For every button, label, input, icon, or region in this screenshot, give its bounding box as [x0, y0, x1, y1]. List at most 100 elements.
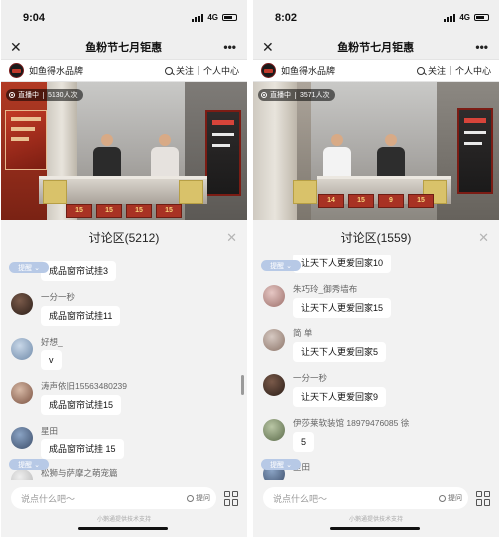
network-type: 4G	[459, 13, 470, 22]
search-icon[interactable]	[164, 66, 173, 75]
page-title: 鱼粉节七月钜惠	[85, 42, 163, 54]
avatar[interactable]	[263, 285, 285, 307]
video-gift-boxes: 15 15 15 15	[1, 204, 247, 220]
live-badge: 直播中 3571人次	[258, 89, 335, 101]
live-icon	[9, 92, 15, 98]
comment-input-bar: 说点什么吧～ 提问	[253, 483, 499, 513]
ask-toggle[interactable]: 提问	[439, 493, 462, 503]
avatar[interactable]	[263, 374, 285, 396]
home-indicator[interactable]	[330, 527, 420, 530]
brand-name[interactable]: 如鱼得水品牌	[29, 64, 165, 77]
home-indicator[interactable]	[78, 527, 168, 530]
live-icon	[261, 92, 267, 98]
gift-box: 15	[348, 194, 374, 208]
footer-note: 小鹅通提供技术支持	[96, 517, 151, 523]
comment-input[interactable]: 说点什么吧～ 提问	[263, 487, 468, 509]
mention-label: 提醒	[270, 461, 285, 469]
screenshot-pair: 9:04 4G ✕ 鱼粉节七月钜惠 ••• 如鱼得水品牌 关注 个人中心 15 …	[0, 0, 500, 537]
clock: 9:04	[23, 11, 46, 24]
brand-logo[interactable]	[9, 63, 24, 78]
status-bar: 9:04 4G	[1, 0, 247, 35]
comment-author: 好想_	[41, 337, 63, 347]
follow-button[interactable]: 关注	[428, 64, 446, 77]
comment-text: 成品窗帘试挂11	[41, 306, 121, 326]
comment-author: 简 单	[293, 328, 313, 338]
scrollbar[interactable]	[241, 375, 244, 395]
mention-pill[interactable]: 提醒 ⌄	[9, 459, 49, 470]
comment-text: 成品窗帘试挂3	[41, 261, 117, 281]
comment-author: 涛声依旧15563480239	[41, 381, 128, 391]
video-display-board	[457, 108, 493, 194]
more-icon[interactable]: •••	[223, 40, 236, 54]
close-icon[interactable]: ✕	[10, 39, 24, 56]
close-icon[interactable]: ✕	[262, 39, 276, 56]
discussion-header: 讨论区(1559) ✕	[253, 220, 499, 255]
discussion-title: 讨论区(5212)	[88, 231, 160, 245]
status-bar: 8:02 4G	[253, 0, 499, 35]
brand-actions: 关注 个人中心	[416, 64, 491, 77]
gift-box: 14	[318, 194, 344, 208]
grid-menu-icon[interactable]	[224, 490, 239, 506]
comment-text: 成品窗帘试挂 15	[41, 439, 124, 459]
avatar[interactable]	[11, 382, 33, 404]
follow-button[interactable]: 关注	[176, 64, 194, 77]
viewer-count: 5130人次	[48, 92, 78, 99]
mention-label: 提醒	[18, 264, 33, 272]
more-icon[interactable]: •••	[475, 40, 488, 54]
live-video-player[interactable]: 14 15 9 15 直播中 3571人次	[253, 82, 499, 220]
avatar[interactable]	[11, 427, 33, 449]
video-stool	[43, 180, 67, 204]
brand-name[interactable]: 如鱼得水品牌	[281, 64, 417, 77]
avatar[interactable]	[11, 469, 33, 480]
mention-label: 提醒	[270, 262, 285, 270]
divider	[449, 66, 451, 75]
live-video-player[interactable]: 15 15 15 15 直播中 5130人次	[1, 82, 247, 220]
profile-button[interactable]: 个人中心	[203, 64, 239, 77]
avatar[interactable]	[263, 419, 285, 441]
avatar[interactable]	[11, 338, 33, 360]
comment-list[interactable]: 让天下人更爱回家10 朱巧玲_御秀墙布 让天下人更爱回家15 简 单 让天下人更…	[253, 255, 499, 480]
comment-text: 5	[293, 432, 315, 452]
signal-icon	[192, 13, 204, 22]
mention-pill[interactable]: 提醒 ⌄	[9, 262, 49, 273]
close-icon[interactable]: ✕	[226, 230, 237, 246]
video-poster	[5, 110, 47, 170]
gift-box: 15	[408, 194, 434, 208]
mention-pill[interactable]: 提醒 ⌄	[261, 260, 301, 271]
comment-author: 星田	[41, 426, 59, 436]
comment-input[interactable]: 说点什么吧～ 提问	[11, 487, 216, 509]
gift-box: 9	[378, 194, 404, 208]
grid-menu-icon[interactable]	[476, 490, 491, 506]
video-stool	[179, 180, 203, 204]
avatar[interactable]	[263, 329, 285, 351]
comment-list[interactable]: 成品窗帘试挂3 一分一秒 成品窗帘试挂11 好想_ v 涛声依旧15563480…	[1, 255, 247, 480]
brand-logo[interactable]	[261, 63, 276, 78]
comment-text: 让天下人更爱回家5	[293, 342, 387, 362]
video-host-2	[151, 134, 179, 179]
video-host-1	[323, 134, 351, 179]
brand-actions: 关注 个人中心	[164, 64, 239, 77]
comment-text: v	[41, 350, 62, 370]
comment-text: 成品窗帘试挂15	[41, 395, 122, 415]
video-host-2	[377, 134, 405, 179]
ask-label: 提问	[448, 495, 462, 502]
signal-icon	[444, 13, 456, 22]
ask-toggle[interactable]: 提问	[187, 493, 210, 503]
chevron-down-icon: ⌄	[286, 461, 292, 469]
divider	[295, 91, 296, 99]
chevron-down-icon: ⌄	[34, 461, 40, 469]
mention-label: 提醒	[18, 461, 33, 469]
ask-label: 提问	[196, 495, 210, 502]
discussion-header: 讨论区(5212) ✕	[1, 220, 247, 255]
close-icon[interactable]: ✕	[478, 230, 489, 246]
search-icon[interactable]	[416, 66, 425, 75]
gift-box: 15	[156, 204, 182, 218]
avatar[interactable]	[11, 293, 33, 315]
phone-screen-left: 9:04 4G ✕ 鱼粉节七月钜惠 ••• 如鱼得水品牌 关注 个人中心 15 …	[1, 0, 247, 537]
battery-icon	[222, 14, 237, 21]
comment-text: 让天下人更爱回家9	[293, 387, 387, 407]
profile-button[interactable]: 个人中心	[455, 64, 491, 77]
comment-author: 一分一秒	[41, 292, 76, 302]
video-gift-boxes: 14 15 9 15	[253, 190, 499, 220]
mention-pill[interactable]: 提醒 ⌄	[261, 459, 301, 470]
